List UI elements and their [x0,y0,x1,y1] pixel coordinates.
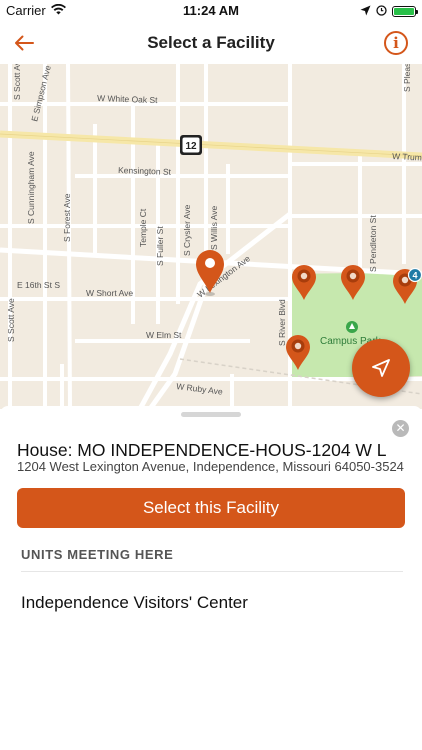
section-divider [21,571,403,572]
unit-list-item[interactable]: Independence Visitors' Center [21,593,248,613]
park-icon [346,321,358,333]
map-view[interactable]: 12 S Scott Av E Simpson Ave W White Oak … [0,64,422,409]
street-label: S River Blvd [277,299,287,346]
street-label: S Fuller St [155,226,165,266]
location-arrow-icon [372,359,390,377]
street-label: S Scott Av [12,64,22,100]
street-label: W Short Ave [86,288,133,298]
street-label: S Willis Ave [209,205,219,250]
facility-address: 1204 West Lexington Avenue, Independence… [17,459,404,474]
status-right [360,4,418,19]
street-label: W White Oak St [97,93,158,105]
select-facility-button[interactable]: Select this Facility [17,488,405,528]
street-label: S Cunningham Ave [26,151,36,224]
street-label: W Elm St [146,330,182,340]
info-icon: i [393,34,399,52]
street-label: Temple Ct [138,208,148,247]
cluster-count-badge: 4 [412,271,417,281]
street-label: W Ruby Ave [176,381,224,397]
route-shield-icon: 12 [180,135,202,155]
street-label: E 16th St S [17,280,60,290]
page-title: Select a Facility [147,33,275,52]
locate-me-button[interactable] [352,339,410,397]
status-time: 11:24 AM [183,3,239,18]
street-label: S Crysler Ave [182,204,192,256]
close-icon[interactable]: ✕ [392,420,409,437]
info-button[interactable]: i [384,31,408,55]
street-label: W Trum [392,151,422,163]
location-arrow-icon [360,4,371,19]
nav-bar: Select a Facility i [0,22,422,64]
sheet-grabber[interactable] [181,412,241,417]
street-label: S Scott Ave [6,298,16,342]
street-label: S Pleasant [402,64,412,92]
battery-icon [392,6,418,17]
street-label: Kensington St [118,165,172,177]
street-label: S Forest Ave [62,193,72,242]
battery-level [394,8,414,15]
facility-sheet: ✕ House: MO INDEPENDENCE-HOUS-1204 W LE.… [0,406,422,750]
status-bar: Carrier 11:24 AM [0,0,422,22]
units-header: UNITS MEETING HERE [21,547,174,562]
route-shield-number: 12 [185,141,197,152]
street-label: S Pendleton St [368,215,378,272]
street-label: E Simpson Ave [29,64,53,122]
facility-name: House: MO INDEPENDENCE-HOUS-1204 W LE... [17,440,387,460]
alarm-icon [376,4,387,19]
